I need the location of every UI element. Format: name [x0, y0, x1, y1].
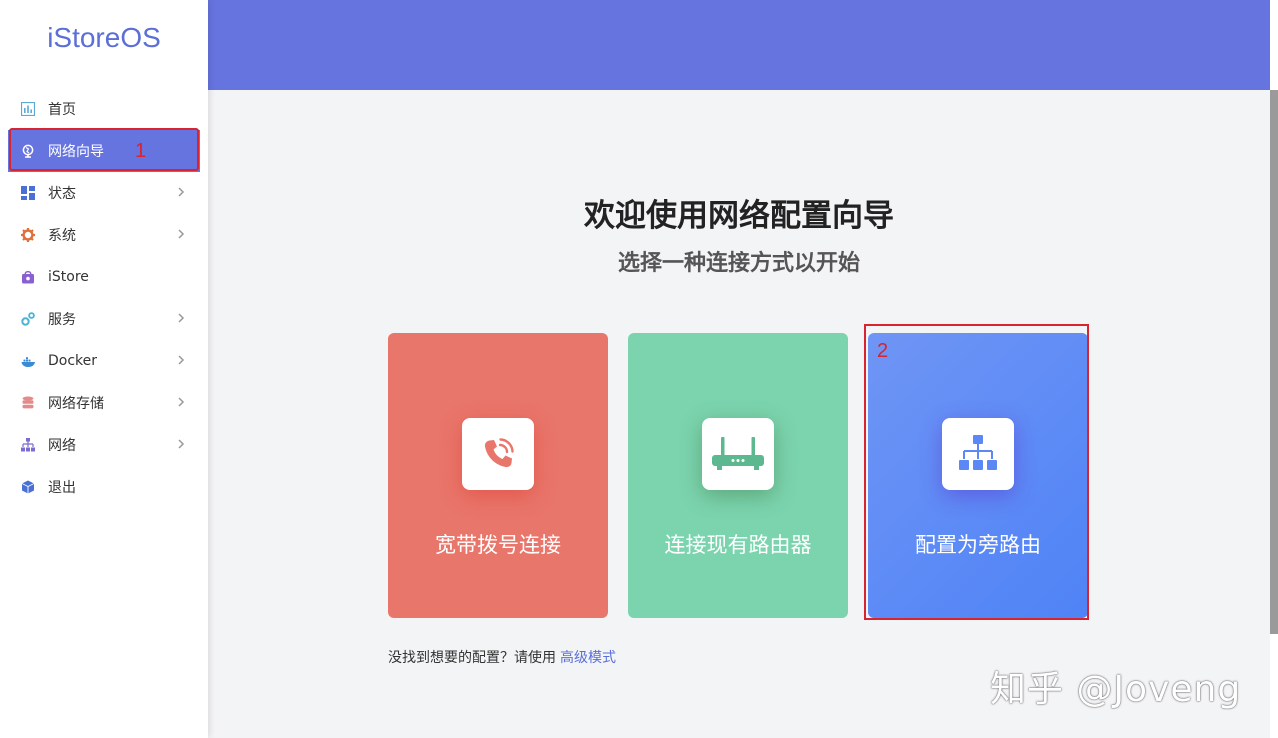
footer-note: 没找到想要的配置？请使用 高级模式 [388, 647, 616, 667]
card-icon-box [462, 418, 534, 490]
chevron-right-icon [178, 229, 185, 239]
sidebar-item-label: 网络存储 [48, 396, 104, 412]
card-icon-box [942, 418, 1014, 490]
sidebar-item-label: Docker [48, 353, 98, 369]
card-pppoe-dialup[interactable]: 宽带拨号连接 [388, 333, 608, 618]
sidebar-item-label: 首页 [48, 102, 76, 118]
chevron-right-icon [178, 313, 185, 323]
card-label: 宽带拨号连接 [435, 533, 561, 557]
sidebar-item-status[interactable]: 状态 [0, 172, 208, 214]
app-logo[interactable]: iStoreOS [0, 22, 208, 54]
annotation-number-1: 1 [135, 140, 147, 162]
card-label: 配置为旁路由 [915, 533, 1041, 557]
gear-icon [20, 227, 36, 243]
dashboard-icon [20, 101, 36, 117]
card-connect-existing-router[interactable]: 连接现有路由器 [628, 333, 848, 618]
card-label: 连接现有路由器 [664, 533, 812, 557]
gears-icon [20, 311, 36, 327]
sidebar-item-home[interactable]: 首页 [0, 88, 208, 130]
card-bypass-router[interactable]: 配置为旁路由 [868, 333, 1088, 618]
sidebar-item-system[interactable]: 系统 [0, 214, 208, 256]
chevron-right-icon [178, 439, 185, 449]
cube-icon [20, 479, 36, 495]
page-title: 欢迎使用网络配置向导 [584, 198, 894, 234]
watermark: 知乎 @Joveng [990, 669, 1242, 710]
grid-icon [20, 185, 36, 201]
sidebar-item-label: 网络向导 [48, 144, 104, 160]
sidebar-item-network-wizard[interactable]: 网络向导 [8, 130, 200, 172]
sidebar-item-docker[interactable]: Docker [0, 340, 208, 382]
sidebar-item-label: iStore [48, 269, 89, 285]
card-icon-box [702, 418, 774, 490]
globe-icon [20, 143, 36, 159]
sidebar: iStoreOS 首页 网络向导 状态 系统 iStore 服务 Docker … [0, 0, 208, 738]
sidebar-item-label: 网络 [48, 438, 76, 454]
chevron-right-icon [178, 187, 185, 197]
sidebar-item-logout[interactable]: 退出 [0, 466, 208, 508]
network-hierarchy-icon [959, 435, 997, 470]
sidebar-item-label: 退出 [48, 480, 76, 496]
footer-text: 没找到想要的配置？请使用 [388, 650, 556, 666]
sidebar-nav: 首页 网络向导 状态 系统 iStore 服务 Docker 网络存储 网络 退… [0, 88, 208, 508]
advanced-mode-link[interactable]: 高级模式 [560, 650, 616, 666]
router-icon [712, 437, 764, 470]
scrollbar[interactable] [1270, 0, 1278, 738]
scrollbar-thumb[interactable] [1270, 90, 1278, 634]
annotation-number-2: 2 [877, 340, 889, 362]
sidebar-item-services[interactable]: 服务 [0, 298, 208, 340]
docker-whale-icon [20, 353, 36, 369]
phone-ringing-icon [484, 438, 514, 468]
sidebar-item-network[interactable]: 网络 [0, 424, 208, 466]
store-bag-icon [20, 269, 36, 285]
sidebar-item-network-storage[interactable]: 网络存储 [0, 382, 208, 424]
sidebar-item-label: 服务 [48, 312, 76, 328]
chevron-right-icon [178, 397, 185, 407]
chevron-right-icon [178, 355, 185, 365]
page-subtitle: 选择一种连接方式以开始 [617, 251, 860, 276]
network-tree-icon [20, 437, 36, 453]
top-header-bar [208, 0, 1270, 90]
sidebar-item-istore[interactable]: iStore [0, 256, 208, 298]
sidebar-item-label: 状态 [48, 186, 76, 202]
database-icon [20, 395, 36, 411]
sidebar-item-label: 系统 [48, 228, 76, 244]
